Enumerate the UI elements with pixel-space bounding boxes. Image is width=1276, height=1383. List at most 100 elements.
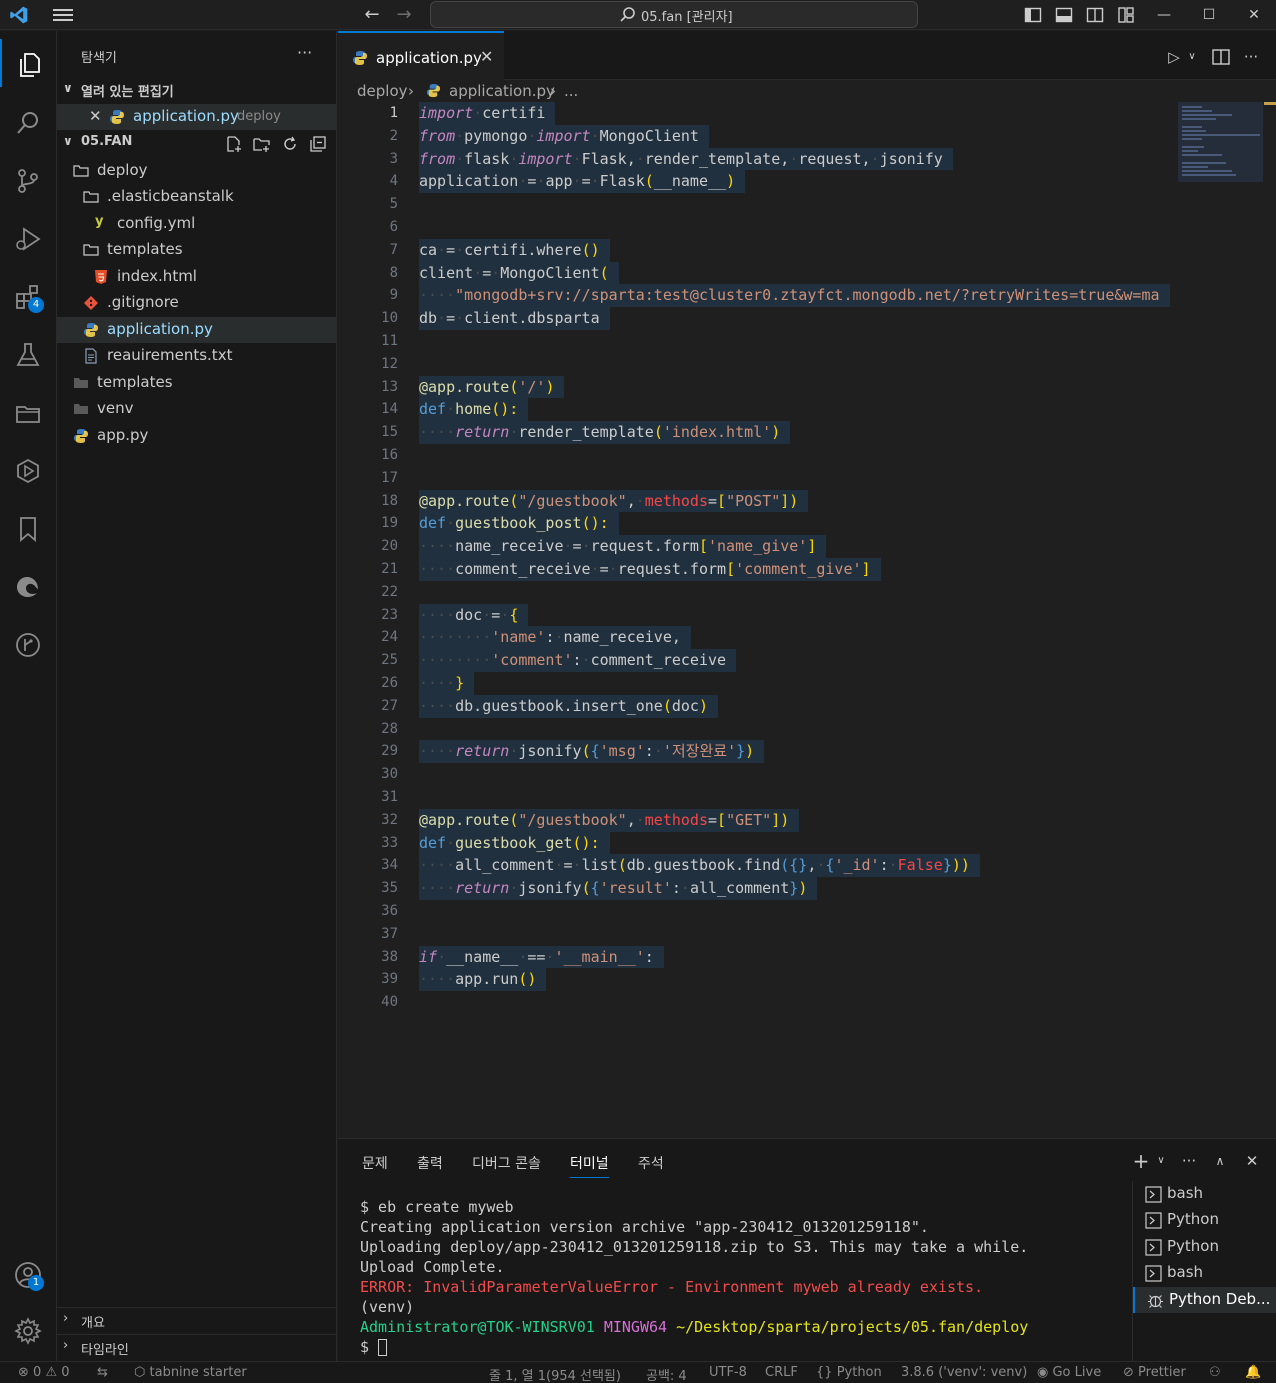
problems-indicator[interactable]: ⊗ 0 ⚠ 0 [18, 1365, 70, 1380]
open-editor-item[interactable]: ✕ application.py deploy [57, 104, 336, 130]
edge-devtools-activity[interactable] [0, 561, 57, 609]
tab-output[interactable]: 출력 [417, 1153, 443, 1173]
new-terminal-icon[interactable]: + [1131, 1151, 1151, 1171]
more-actions-icon[interactable]: ··· [297, 43, 312, 62]
more-actions-icon[interactable]: ··· [1241, 47, 1261, 67]
end-of-line[interactable]: CRLF [765, 1365, 798, 1380]
tree-file-gitignore[interactable]: .gitignore [57, 290, 336, 316]
extensions-badge: 4 [28, 297, 44, 313]
outline-section[interactable]: › 개요 [57, 1307, 336, 1333]
tree-file-index-html[interactable]: index.html [57, 264, 336, 290]
chevron-down-icon[interactable]: ∨ [1151, 1151, 1171, 1171]
terminal-item[interactable]: bash [1133, 1260, 1276, 1286]
indentation[interactable]: 공백: 4 [646, 1365, 687, 1383]
terminal-item-label: Python Deb... [1169, 1290, 1271, 1308]
explorer-activity[interactable] [0, 39, 57, 87]
terminal-item-label: bash [1167, 1184, 1204, 1202]
accounts-activity[interactable]: 1 [0, 1249, 57, 1297]
minimize-icon[interactable]: — [1154, 5, 1174, 25]
tab-terminal[interactable]: 터미널 [570, 1153, 609, 1178]
close-icon[interactable]: ✕ [89, 107, 102, 125]
live-share-icon[interactable]: ⇆ [97, 1365, 108, 1380]
prettier-status[interactable]: ⊘ Prettier [1123, 1365, 1186, 1380]
terminal-item[interactable]: bash [1133, 1181, 1276, 1207]
workspace-header[interactable]: ∨ 05.FAN [57, 131, 336, 157]
extensions-activity[interactable]: 4 [0, 271, 57, 319]
git-graph-activity[interactable] [0, 619, 57, 667]
menu-icon[interactable] [52, 6, 74, 24]
tree-file-requirements[interactable]: reauirements.txt [57, 343, 336, 369]
customize-layout-icon[interactable] [1117, 6, 1135, 24]
chevron-down-icon[interactable]: ∨ [1182, 47, 1202, 67]
go-live-button[interactable]: ◉ Go Live [1037, 1365, 1101, 1380]
line-number: 32 [381, 811, 398, 828]
code-editor[interactable]: 1 2 3 4 5 6 7 8 9 10 11 12 13 14 15 16 17 18 19 20 21 22 23 24 2… [338, 102, 1276, 1138]
language-label: Python [836, 1365, 882, 1380]
terminal-icon [1145, 1186, 1162, 1203]
toggle-primary-sidebar-icon[interactable] [1024, 6, 1042, 24]
close-tab-icon[interactable]: ✕ [480, 47, 493, 66]
tree-folder-deploy[interactable]: deploy [57, 158, 336, 184]
close-window-icon[interactable]: ✕ [1244, 5, 1264, 25]
python-file-icon [84, 323, 98, 337]
remote-explorer-activity[interactable] [0, 445, 57, 493]
more-actions-icon[interactable]: ··· [1179, 1151, 1199, 1171]
tab-debug-console[interactable]: 디버그 콘솔 [472, 1153, 541, 1173]
language-mode[interactable]: {} Python [816, 1365, 882, 1380]
tabnine-status[interactable]: ⬡ tabnine starter [134, 1365, 247, 1380]
bookmarks-activity[interactable] [0, 503, 57, 551]
line-number: 39 [381, 971, 398, 988]
new-folder-icon[interactable] [253, 135, 271, 153]
vscode-logo-icon[interactable] [8, 5, 30, 25]
command-center-search[interactable]: 05.fan [관리자] [430, 1, 918, 28]
maximize-panel-icon[interactable]: ∧ [1210, 1151, 1230, 1171]
terminal-line: Creating application version archive "ap… [360, 1218, 929, 1236]
tree-file-application-py[interactable]: application.py [57, 317, 336, 343]
forward-arrow-icon[interactable]: → [394, 5, 414, 25]
minimap[interactable] [1178, 102, 1263, 182]
split-editor-icon[interactable] [1211, 47, 1231, 67]
terminal-icon [1145, 1239, 1162, 1256]
search-activity[interactable] [0, 97, 57, 145]
maximize-icon[interactable]: ☐ [1199, 5, 1219, 25]
refresh-icon[interactable] [281, 135, 299, 153]
toggle-secondary-sidebar-icon[interactable] [1086, 6, 1104, 24]
tree-folder-venv[interactable]: venv [57, 396, 336, 422]
notifications-bell-icon[interactable]: 🔔 [1245, 1365, 1261, 1380]
tree-folder-templates[interactable]: templates [57, 237, 336, 263]
tree-folder-elasticbeanstalk[interactable]: .elasticbeanstalk [57, 184, 336, 210]
breadcrumb-symbol[interactable]: ... [564, 82, 578, 100]
tree-file-config-yml[interactable]: y config.yml [57, 211, 336, 237]
close-panel-icon[interactable]: ✕ [1242, 1151, 1262, 1171]
new-file-icon[interactable] [225, 135, 243, 153]
toggle-panel-icon[interactable] [1055, 6, 1073, 24]
testing-activity[interactable] [0, 329, 57, 377]
tab-comments[interactable]: 주석 [638, 1153, 664, 1173]
terminal-item[interactable]: Python [1133, 1207, 1276, 1233]
back-arrow-icon[interactable]: ← [362, 5, 382, 25]
python-interpreter[interactable]: 3.8.6 ('venv': venv) [901, 1365, 1027, 1380]
encoding[interactable]: UTF-8 [709, 1365, 747, 1380]
terminal-output[interactable]: $ eb create myweb Creating application ve… [360, 1197, 1130, 1357]
tree-file-app-py[interactable]: app.py [57, 423, 336, 449]
code-line: ····db.guestbook.insert_one(doc) [419, 696, 708, 715]
terminal-item[interactable]: Python [1133, 1234, 1276, 1260]
tab-application-py[interactable]: application.py ✕ [338, 31, 504, 80]
open-editors-header[interactable]: ∨ 열려 있는 편집기 [57, 78, 336, 104]
run-icon[interactable]: ▷ [1164, 47, 1184, 67]
tab-problems[interactable]: 문제 [362, 1153, 388, 1173]
breadcrumb-folder[interactable]: deploy [357, 82, 408, 100]
terminal-input-line[interactable]: $ [360, 1337, 1130, 1357]
cursor-position[interactable]: 줄 1, 열 1(954 선택됨) [489, 1365, 621, 1383]
timeline-section[interactable]: › 타임라인 [57, 1334, 336, 1360]
git-file-icon [84, 296, 98, 310]
accounts-status-icon[interactable]: ⚇ [1209, 1365, 1221, 1380]
breadcrumb-file[interactable]: application.py [449, 82, 555, 100]
collapse-all-icon[interactable] [309, 135, 327, 153]
terminal-item-selected[interactable]: Python Deb... [1133, 1287, 1276, 1313]
run-debug-activity[interactable] [0, 213, 57, 261]
source-control-activity[interactable] [0, 155, 57, 203]
tree-folder-templates-root[interactable]: templates [57, 370, 336, 396]
manage-activity[interactable] [0, 1305, 57, 1353]
project-manager-activity[interactable] [0, 387, 57, 435]
